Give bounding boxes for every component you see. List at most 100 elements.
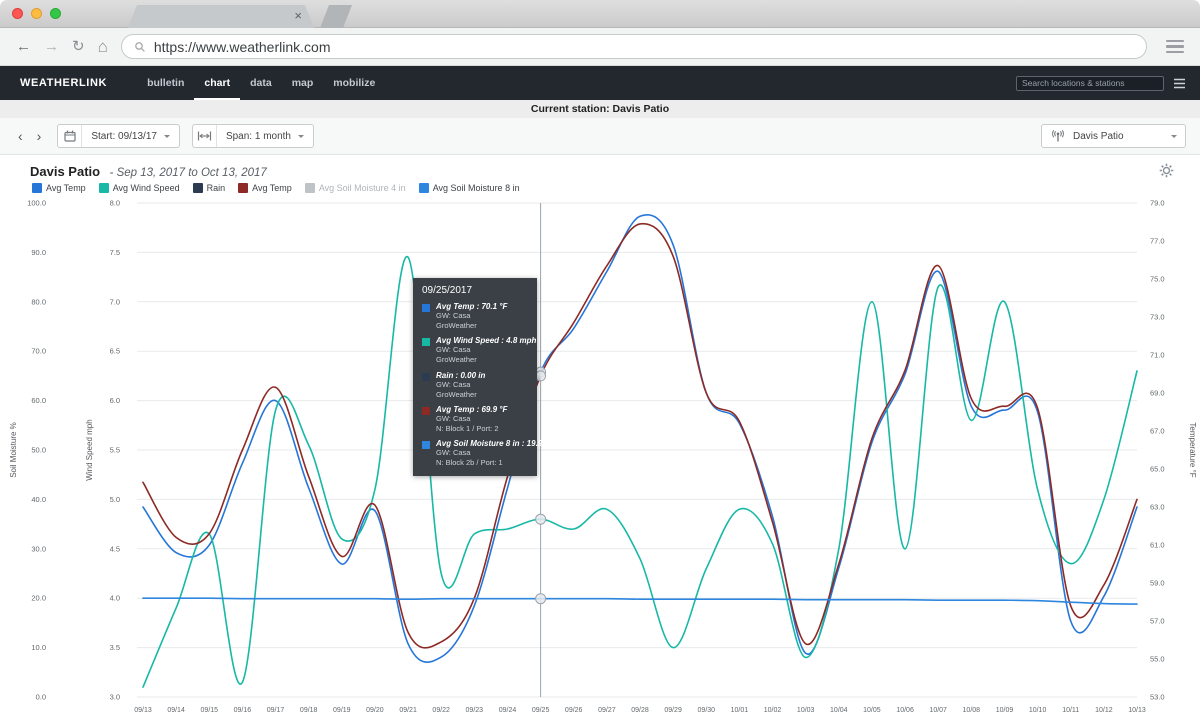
x-axis-tick: 10/02 xyxy=(764,707,782,714)
soil-axis-tick: 0.0 xyxy=(36,693,46,702)
temp-axis-tick: 71.0 xyxy=(1150,351,1165,360)
wind-axis-tick: 3.5 xyxy=(110,643,120,652)
tooltip-entries: Avg Temp : 70.1 °F GW: Casa GroWeather Avg … xyxy=(422,302,552,468)
x-axis-tick: 09/20 xyxy=(366,707,384,714)
wind-axis-tick: 5.0 xyxy=(110,495,120,504)
next-period-button[interactable]: › xyxy=(33,129,46,143)
tooltip-value: Avg Soil Moisture 8 in : 19.9 % xyxy=(436,439,552,448)
x-axis-tick: 09/22 xyxy=(432,707,450,714)
nav-item-bulletin[interactable]: bulletin xyxy=(137,66,194,100)
span-control[interactable]: Span: 1 month xyxy=(191,124,314,148)
tooltip-line: N: Block 2b / Port: 1 xyxy=(436,458,503,468)
weatherlink-logo[interactable]: WEATHERLINK xyxy=(20,77,107,89)
chart-legend: Avg Temp Avg Wind Speed Rain Avg Temp Avg So… xyxy=(32,183,520,193)
soil-axis-tick: 10.0 xyxy=(31,643,46,652)
legend-swatch xyxy=(98,183,109,193)
browser-tab[interactable]: × xyxy=(128,5,314,28)
tooltip-date: 09/25/2017 xyxy=(422,285,473,296)
start-date-label: Start: 09/13/17 xyxy=(91,130,157,142)
chevron-down-icon xyxy=(298,134,304,141)
x-axis-tick: 10/03 xyxy=(797,707,815,714)
tooltip-value: Avg Temp : 70.1 °F xyxy=(436,302,508,311)
tooltip-line: GroWeather xyxy=(436,389,477,399)
minimize-window-button[interactable] xyxy=(31,8,42,19)
nav-item-map[interactable]: map xyxy=(282,66,324,100)
temp-axis-tick: 73.0 xyxy=(1150,313,1165,322)
legend-item[interactable]: Avg Soil Moisture 4 in xyxy=(304,183,406,193)
station-list-icon[interactable] xyxy=(1173,78,1186,89)
soil-axis-tick: 70.0 xyxy=(31,347,46,356)
forward-button[interactable]: → xyxy=(44,39,59,54)
tooltip-swatch xyxy=(422,372,430,381)
address-bar[interactable]: https://www.weatherlink.com xyxy=(120,34,1147,59)
legend-label: Avg Temp xyxy=(46,183,86,193)
series-avg-soil-moisture-8in xyxy=(142,597,1138,605)
temp-axis-tick: 53.0 xyxy=(1150,693,1165,702)
search-input[interactable] xyxy=(1016,75,1164,91)
home-button[interactable]: ⌂ xyxy=(98,38,108,55)
chart-plot[interactable]: 0.0 10.0 20.0 30.0 40.0 50.0 60.0 70.0 80.0 90.0 1… xyxy=(0,197,1200,727)
legend-item[interactable]: Avg Wind Speed xyxy=(98,183,180,193)
new-tab-button[interactable] xyxy=(320,5,352,28)
tab-close-icon[interactable]: × xyxy=(294,8,302,24)
station-select[interactable]: Davis Patio xyxy=(1041,124,1186,148)
tooltip-line: GroWeather xyxy=(436,355,477,365)
tooltip-entry: Avg Soil Moisture 8 in : 19.9 % GW: Casa N… xyxy=(422,439,552,468)
legend-label: Avg Temp xyxy=(252,183,292,193)
soil-axis-tick: 80.0 xyxy=(31,297,46,306)
prev-period-button[interactable]: ‹ xyxy=(14,129,27,143)
span-icon xyxy=(193,125,217,147)
legend-item[interactable]: Rain xyxy=(192,183,225,193)
x-axis-tick: 09/14 xyxy=(167,707,185,714)
zoom-window-button[interactable] xyxy=(50,8,61,19)
browser-titlebar: × xyxy=(0,0,1200,28)
series-avg-temp-groweather xyxy=(142,213,1138,663)
soil-axis-tick: 60.0 xyxy=(31,396,46,405)
current-station-text: Current station: Davis Patio xyxy=(530,103,670,115)
nav-item-mobilize[interactable]: mobilize xyxy=(323,66,385,100)
soil-axis-title: Soil Moisture % xyxy=(9,422,18,478)
antenna-icon xyxy=(1050,125,1066,147)
soil-axis-tick: 90.0 xyxy=(31,248,46,257)
close-window-button[interactable] xyxy=(12,8,23,19)
menu-icon[interactable] xyxy=(1166,39,1184,54)
legend-item[interactable]: Avg Soil Moisture 8 in xyxy=(418,183,520,193)
legend-item[interactable]: Avg Temp xyxy=(32,183,86,193)
legend-label: Avg Soil Moisture 4 in xyxy=(318,183,406,193)
back-button[interactable]: ← xyxy=(16,39,31,54)
nav-item-chart[interactable]: chart xyxy=(194,66,240,100)
nav-item-data[interactable]: data xyxy=(240,66,282,100)
legend-item[interactable]: Avg Temp xyxy=(238,183,292,193)
window-controls xyxy=(12,8,61,19)
x-axis-tick: 09/17 xyxy=(267,707,285,714)
start-date-control[interactable]: Start: 09/13/17 xyxy=(57,124,180,148)
navbar-right xyxy=(1016,75,1200,91)
current-station-bar: Current station: Davis Patio xyxy=(0,100,1200,118)
x-axis-tick: 09/28 xyxy=(631,707,649,714)
x-axis-tick: 10/08 xyxy=(963,707,981,714)
tooltip-line: GroWeather xyxy=(436,321,477,331)
legend-swatch xyxy=(238,183,249,193)
tooltip-line: N: Block 1 / Port: 2 xyxy=(436,423,499,433)
tooltip-line: GW: Casa xyxy=(436,345,471,355)
x-axis-tick: 10/10 xyxy=(1029,707,1047,714)
temp-axis-tick: 57.0 xyxy=(1150,617,1165,626)
tooltip-entry: Rain : 0.00 in GW: Casa GroWeather xyxy=(422,371,528,400)
tooltip-value: Avg Temp : 69.9 °F xyxy=(436,404,508,414)
reload-button[interactable]: ↻ xyxy=(72,39,85,54)
app-navbar: WEATHERLINK bulletin chart data map mobilize xyxy=(0,66,1200,100)
chart-subtitle: - Sep 13, 2017 to Oct 13, 2017 xyxy=(109,167,267,179)
crosshair-marker-avg-temp-block1 xyxy=(535,370,547,382)
crosshair-marker-avg-wind-speed xyxy=(535,513,547,525)
chart-panel: Davis Patio - Sep 13, 2017 to Oct 13, 20… xyxy=(0,155,1200,727)
soil-axis-tick: 40.0 xyxy=(31,495,46,504)
x-axis-tick: 09/16 xyxy=(234,707,252,714)
legend-swatch xyxy=(32,183,42,193)
temp-axis-tick: 63.0 xyxy=(1150,503,1165,512)
x-axis-tick: 09/19 xyxy=(333,707,351,714)
x-axis-tick: 10/05 xyxy=(863,707,881,714)
x-axis-tick: 09/24 xyxy=(499,707,517,714)
wind-axis-tick: 3.0 xyxy=(110,693,120,702)
x-axis-tick: 09/25 xyxy=(532,707,550,714)
settings-gear-icon[interactable] xyxy=(1159,163,1174,183)
